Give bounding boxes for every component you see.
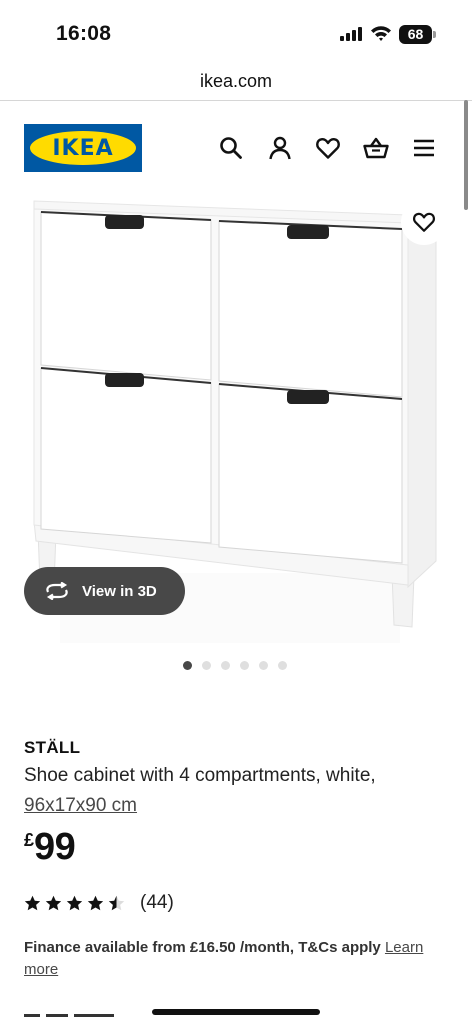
gallery-pagination [183, 661, 287, 670]
gallery-dot[interactable] [202, 661, 211, 670]
logo-oval: IKEA [30, 131, 136, 165]
url-text: ikea.com [199, 71, 273, 91]
favourites-icon[interactable] [315, 135, 341, 161]
price-currency: £ [24, 830, 35, 850]
signal-icon [340, 27, 364, 41]
product-size-link[interactable]: 96x17x90 cm [24, 795, 137, 817]
add-to-favourites-button[interactable] [401, 199, 447, 245]
battery-icon: 68 [399, 25, 432, 44]
finance-info: Finance available from £16.50 /month, T&… [24, 937, 444, 981]
gallery-dot[interactable] [278, 661, 287, 670]
review-count: (44) [140, 892, 174, 913]
logo-text: IKEA [52, 135, 114, 161]
rating-stars [24, 895, 129, 912]
star-icon [24, 895, 41, 910]
basket-icon[interactable] [363, 135, 389, 161]
product-price: £99 [24, 826, 76, 869]
address-bar[interactable]: ikea.com [0, 66, 472, 101]
heart-icon [413, 212, 435, 232]
status-bar: 16:08 68 [0, 0, 472, 66]
wifi-icon [370, 24, 392, 47]
view-in-3d-button[interactable]: View in 3D [24, 567, 185, 615]
star-icon [108, 895, 125, 910]
search-icon[interactable] [218, 135, 244, 161]
ikea-logo[interactable]: IKEA [24, 124, 142, 172]
star-icon [45, 895, 62, 910]
battery-level: 68 [407, 26, 424, 42]
status-time: 16:08 [56, 22, 112, 45]
site-header: IKEA [0, 101, 472, 193]
star-icon [87, 895, 104, 910]
account-icon[interactable] [267, 135, 293, 161]
gallery-dot[interactable] [259, 661, 268, 670]
star-icon [66, 895, 83, 910]
view-in-3d-label: View in 3D [82, 582, 157, 600]
product-description: Shoe cabinet with 4 compartments, white, [24, 765, 376, 786]
price-value: 99 [34, 826, 76, 868]
rotate-3d-icon [46, 582, 68, 600]
gallery-dot[interactable] [183, 661, 192, 670]
gallery-dot[interactable] [221, 661, 230, 670]
home-indicator[interactable] [152, 1009, 320, 1015]
menu-icon[interactable] [411, 135, 437, 161]
battery-nub [433, 31, 436, 38]
finance-text: Finance available from £16.50 /month, T&… [24, 939, 381, 956]
product-name: STÄLL [24, 738, 81, 757]
product-rating[interactable]: (44) [24, 892, 174, 914]
gallery-dot[interactable] [240, 661, 249, 670]
